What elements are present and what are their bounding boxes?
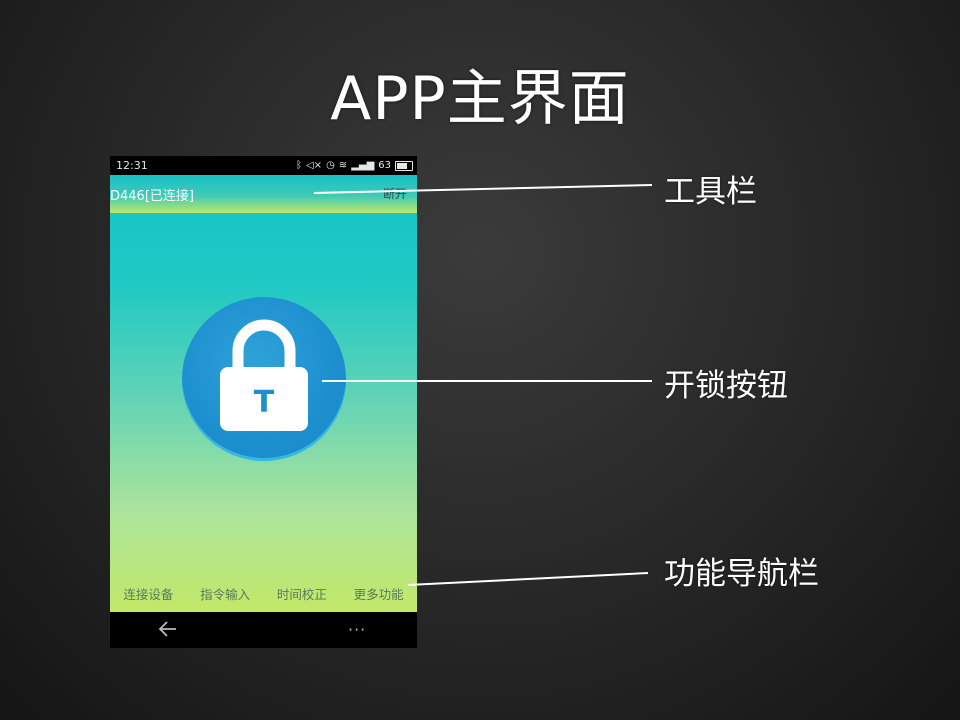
callout-lines bbox=[313, 184, 653, 586]
nav-callout-line bbox=[407, 572, 649, 586]
nav-bar-callout-label: 功能导航栏 bbox=[664, 556, 819, 592]
toolbar-callout-line bbox=[313, 184, 653, 194]
unlock-button-callout-label: 开锁按钮 bbox=[664, 368, 788, 404]
toolbar-callout-label: 工具栏 bbox=[664, 174, 757, 210]
